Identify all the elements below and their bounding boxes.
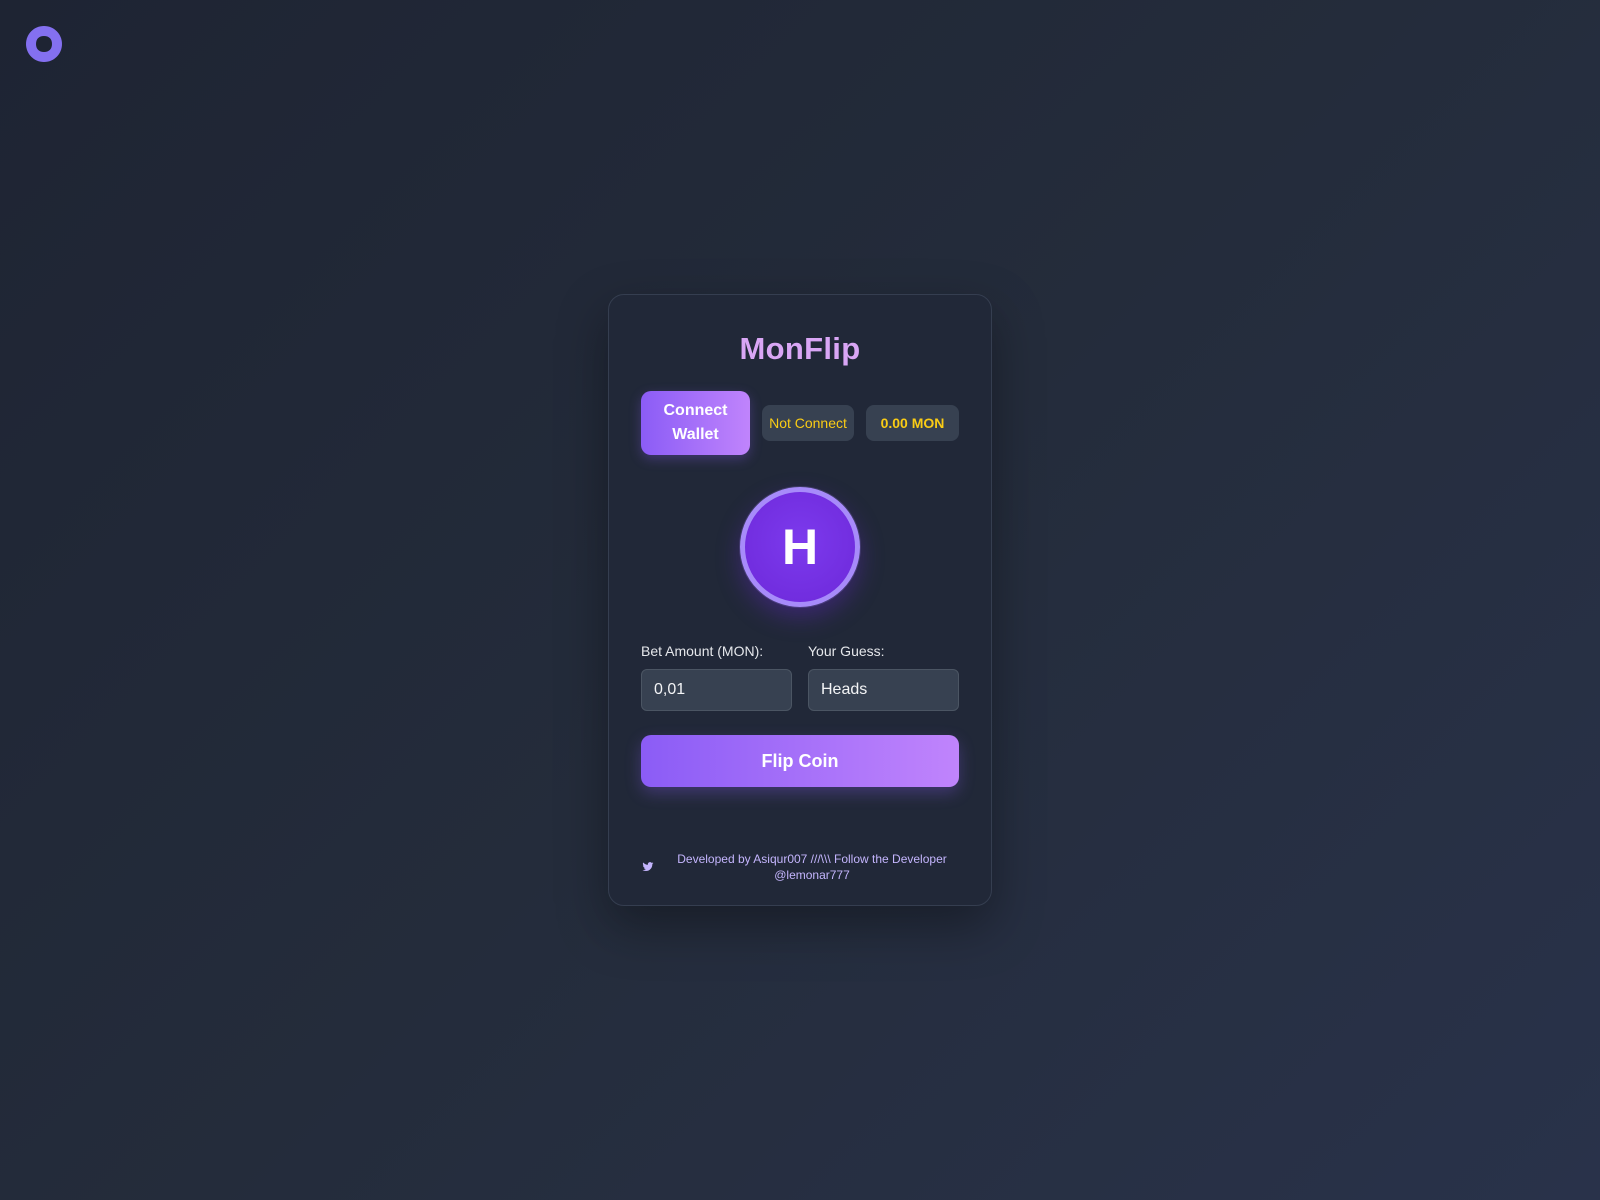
coin: H bbox=[740, 487, 860, 607]
bet-amount-field: Bet Amount (MON): bbox=[641, 641, 792, 711]
bet-amount-label: Bet Amount (MON): bbox=[641, 643, 764, 659]
connect-wallet-button[interactable]: Connect Wallet bbox=[641, 391, 750, 455]
developer-credit: Developed by Asiqur007 ///\\\ Follow the… bbox=[666, 851, 958, 883]
guess-select[interactable]: Heads bbox=[808, 669, 959, 711]
coinflip-card: MonFlip Connect Wallet Not Connect 0.00 … bbox=[608, 294, 992, 906]
monad-logo-icon bbox=[26, 26, 62, 62]
bet-amount-input[interactable] bbox=[641, 669, 792, 711]
wallet-row: Connect Wallet Not Connect 0.00 MON bbox=[641, 391, 959, 455]
developer-handle-link[interactable]: @lemonar777 bbox=[666, 867, 958, 883]
twitter-icon[interactable] bbox=[642, 861, 654, 873]
footer: Developed by Asiqur007 ///\\\ Follow the… bbox=[641, 851, 959, 883]
connect-label-line2: Wallet bbox=[672, 426, 719, 443]
connect-label-line1: Connect bbox=[663, 402, 728, 419]
guess-label: Your Guess: bbox=[808, 643, 885, 659]
coin-container: H bbox=[641, 487, 959, 607]
guess-field: Your Guess: Heads bbox=[808, 641, 959, 711]
app-title: MonFlip bbox=[739, 331, 861, 366]
bet-form: Bet Amount (MON): Your Guess: Heads bbox=[641, 641, 959, 711]
balance-badge: 0.00 MON bbox=[866, 405, 959, 441]
developer-credit-line1: Developed by Asiqur007 ///\\\ Follow the… bbox=[677, 852, 947, 866]
wallet-status-badge: Not Connect bbox=[762, 405, 854, 441]
flip-coin-button[interactable]: Flip Coin bbox=[641, 735, 959, 787]
